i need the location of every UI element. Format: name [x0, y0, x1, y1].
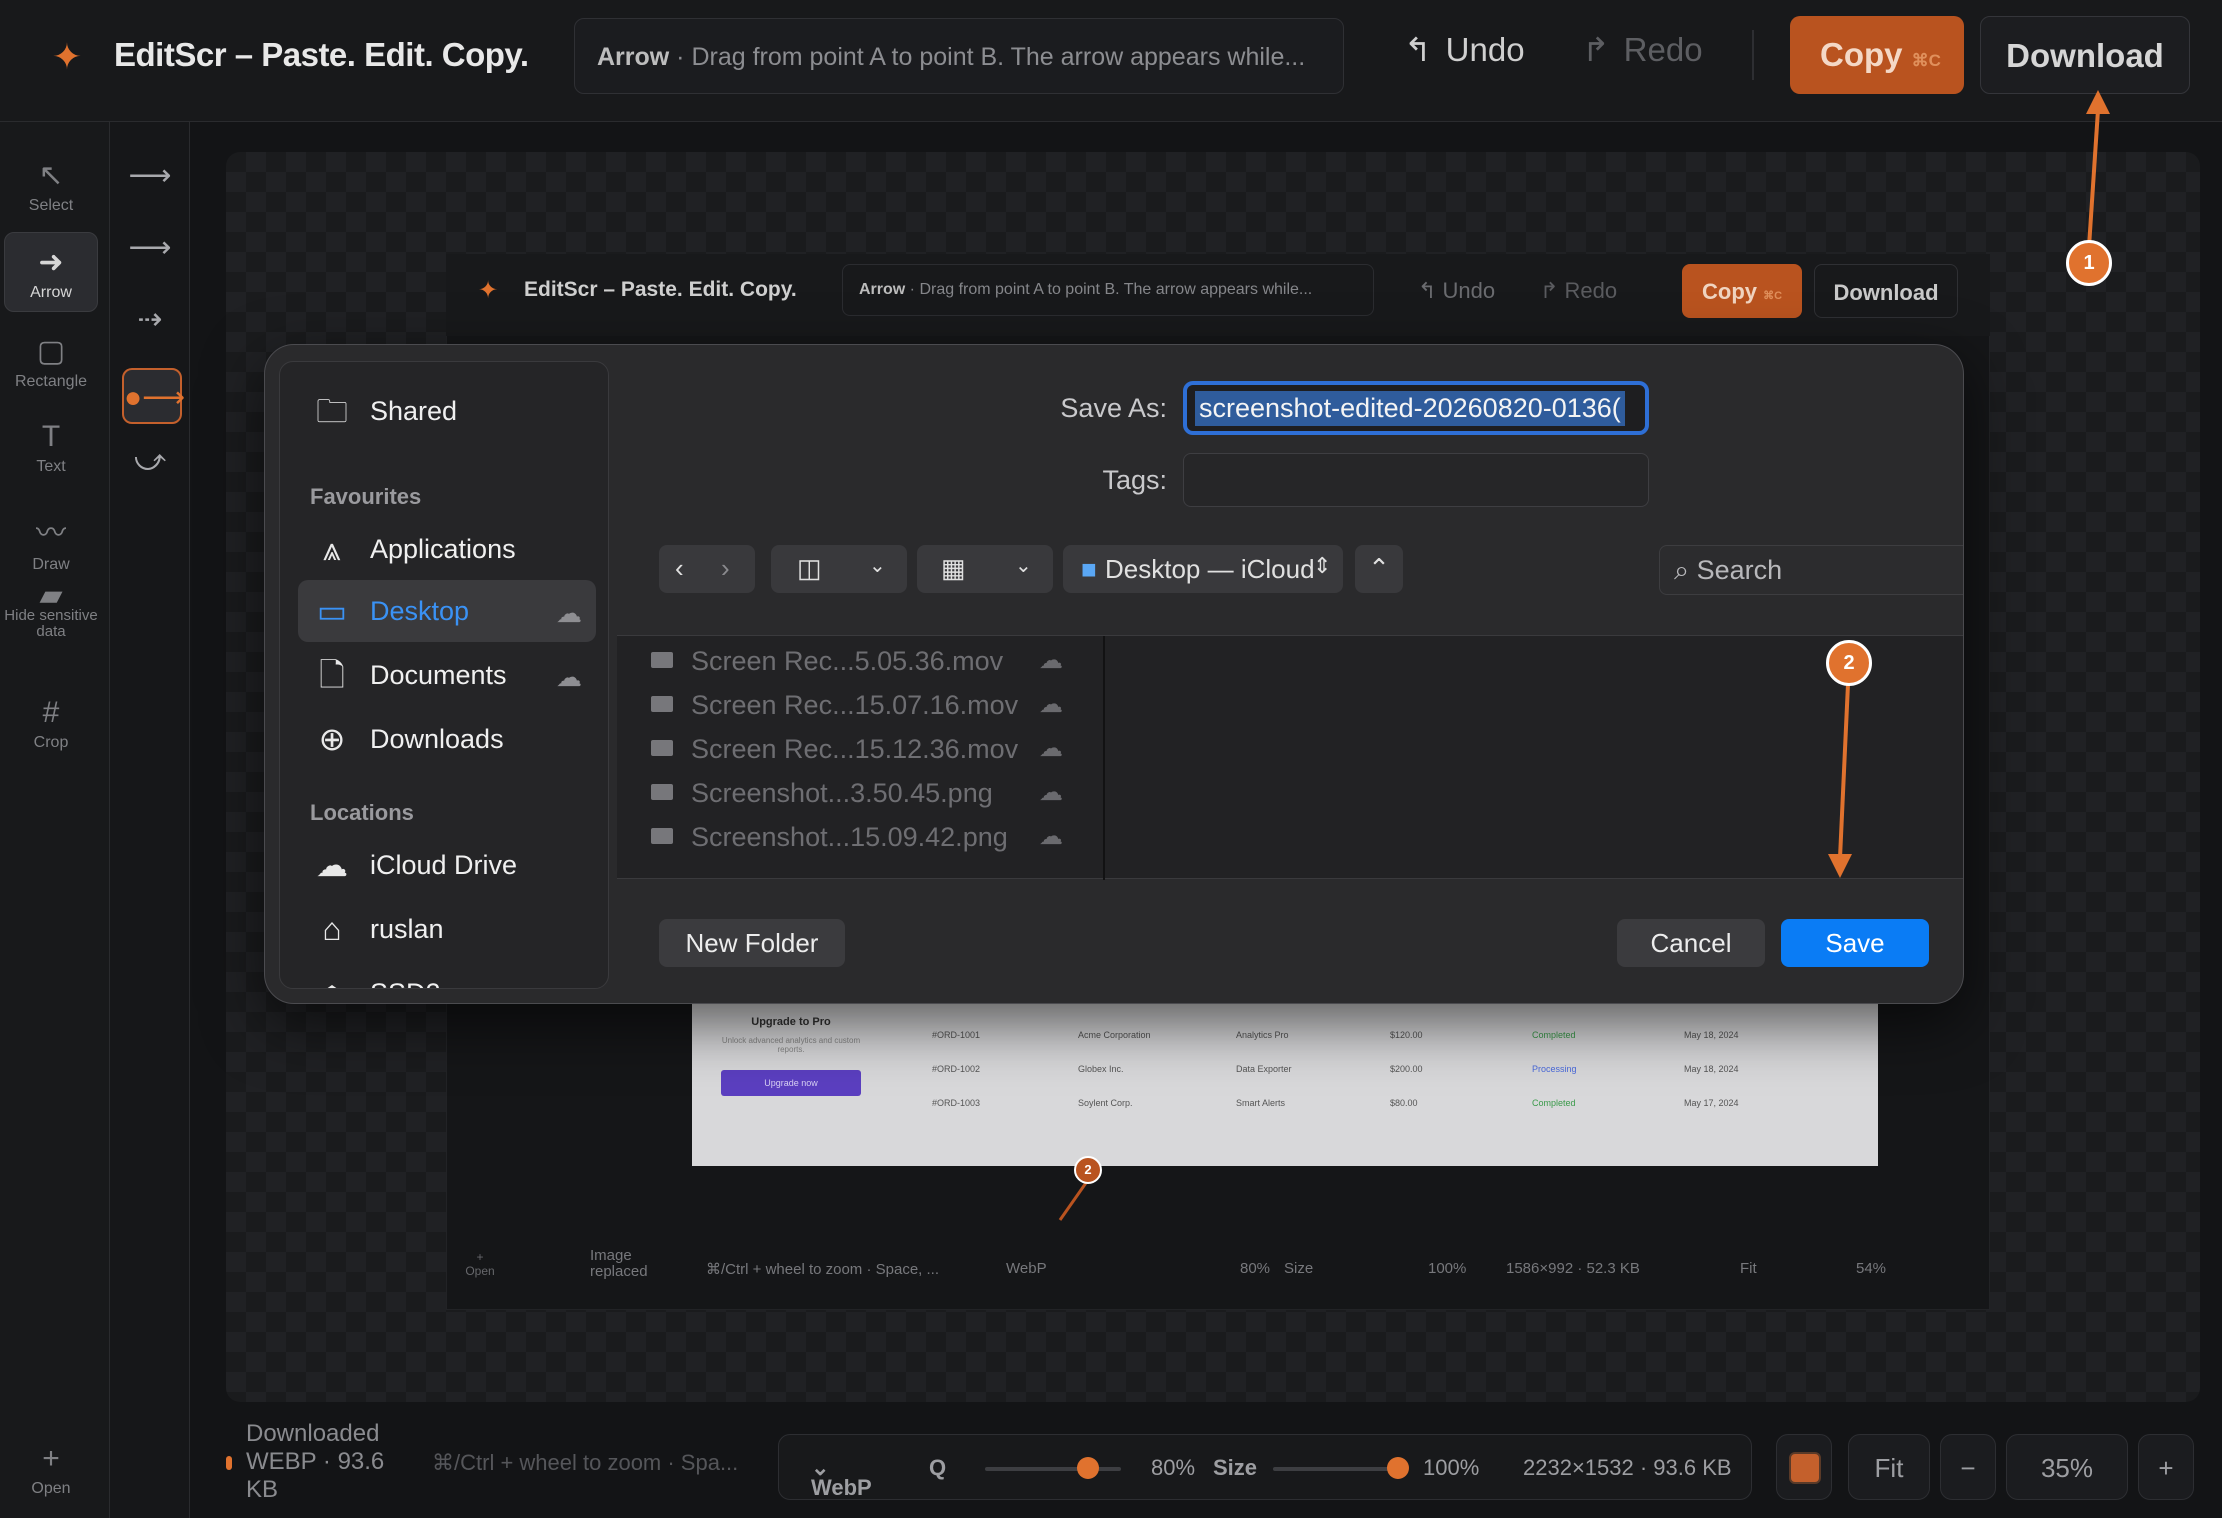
quality-label: Q: [929, 1455, 947, 1480]
inner-annotation-arrow: [1058, 1179, 1090, 1221]
zoom-in-button[interactable]: +: [2138, 1434, 2194, 1500]
color-picker[interactable]: [1776, 1434, 1832, 1500]
annotation-arrow-2: [1838, 683, 1850, 859]
annotation-layer: [1058, 90, 2110, 1221]
inner-step-marker-2: 2: [1074, 1156, 1102, 1184]
quality-slider[interactable]: [985, 1467, 1121, 1471]
size-slider-knob[interactable]: [1387, 1457, 1409, 1479]
format-label: WebP: [811, 1475, 872, 1500]
status-text: Downloaded WEBP · 93.6 KB: [246, 1420, 385, 1503]
image-dimensions: 2232×1532 · 93.6 KB: [1523, 1455, 1732, 1480]
fit-button[interactable]: Fit: [1848, 1434, 1930, 1500]
step-marker-2: 2: [1826, 640, 1872, 686]
format-select[interactable]: WebP ⌄: [811, 1455, 872, 1500]
size-slider[interactable]: [1273, 1467, 1403, 1471]
size-value: 100%: [1423, 1455, 1480, 1480]
zoom-level: 35%: [2006, 1434, 2128, 1500]
quality-value: 80%: [1151, 1455, 1196, 1480]
export-settings-bar: WebP ⌄ Q 80% Size 100% 2232×1532 · 93.6 …: [778, 1434, 1752, 1500]
zoom-out-button[interactable]: −: [1940, 1434, 1996, 1500]
step-marker-1: 1: [2066, 240, 2112, 286]
annotation-arrowhead-1: [2086, 90, 2110, 114]
annotation-arrowhead-2: [1828, 854, 1852, 878]
quality-slider-knob[interactable]: [1077, 1457, 1099, 1479]
status-dot: [226, 1456, 232, 1470]
size-label: Size: [1213, 1455, 1258, 1480]
color-swatch: [1789, 1452, 1821, 1484]
zoom-hint: ⌘/Ctrl + wheel to zoom · Spa...: [432, 1450, 739, 1475]
